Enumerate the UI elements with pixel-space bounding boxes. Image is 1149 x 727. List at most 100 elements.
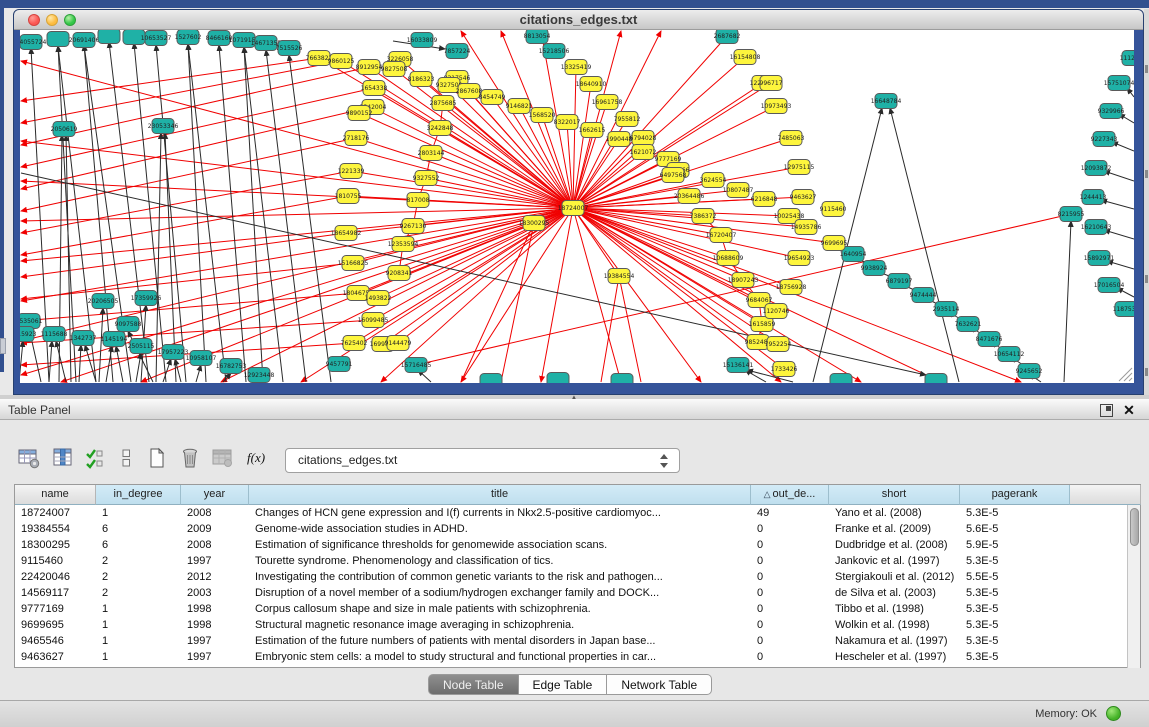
graph-node[interactable]: 9245652: [1016, 364, 1043, 379]
graph-node[interactable]: [830, 374, 852, 384]
graph-node[interactable]: 14935786: [791, 220, 822, 235]
graph-edge[interactable]: [1064, 221, 1071, 382]
graph-node[interactable]: 817008: [407, 193, 430, 208]
delete-table-icon[interactable]: [177, 446, 203, 472]
graph-node[interactable]: 2505115: [128, 339, 155, 354]
graph-node[interactable]: 7632621: [955, 317, 982, 332]
graph-edge[interactable]: [49, 341, 52, 382]
graph-node[interactable]: 9474444: [910, 288, 937, 303]
graph-edge[interactable]: [381, 208, 573, 382]
graph-node[interactable]: [925, 374, 947, 384]
column-header-year[interactable]: year: [181, 485, 249, 505]
column-header-out_de[interactable]: △out_de...: [751, 485, 829, 505]
graph-edge[interactable]: [196, 365, 201, 382]
graph-edge[interactable]: [156, 45, 186, 382]
graph-edge[interactable]: [21, 61, 341, 123]
graph-node[interactable]: 24055724: [20, 35, 46, 50]
graph-node[interactable]: 1568520: [529, 108, 556, 123]
graph-node[interactable]: 9227343: [1091, 132, 1118, 147]
graph-node[interactable]: 12975115: [784, 160, 815, 175]
graph-edge[interactable]: [116, 346, 123, 382]
table-row[interactable]: 969969511998Structural magnetic resonanc…: [15, 617, 1128, 633]
graph-node[interactable]: 18654982: [331, 226, 362, 241]
graph-node[interactable]: 1120746: [763, 304, 790, 319]
graph-node[interactable]: 9144479: [385, 336, 412, 351]
graph-node[interactable]: 1145194: [101, 332, 128, 347]
graph-node[interactable]: 8186323: [408, 72, 435, 87]
graph-edge[interactable]: [890, 108, 959, 382]
graph-edge[interactable]: [619, 276, 641, 382]
graph-node[interactable]: 9938924: [861, 261, 888, 276]
graph-edge[interactable]: [501, 223, 534, 382]
graph-node[interactable]: 1654338: [361, 81, 388, 96]
column-header-in_degree[interactable]: in_degree: [96, 485, 181, 505]
table-row[interactable]: 1872400712008Changes of HCN gene express…: [15, 505, 1128, 521]
graph-node[interactable]: 15218506: [539, 44, 570, 59]
graph-node[interactable]: 10807487: [723, 183, 754, 198]
column-header-pagerank[interactable]: pagerank: [960, 485, 1070, 505]
graph-node[interactable]: 1733426: [771, 362, 798, 377]
graph-node[interactable]: 1621072: [630, 145, 657, 160]
graph-node[interactable]: 8454749: [479, 90, 506, 105]
graph-node[interactable]: 6879197: [886, 274, 913, 289]
graph-node[interactable]: 1527602: [175, 30, 202, 45]
graph-edge[interactable]: [573, 208, 701, 382]
new-document-icon[interactable]: [144, 446, 170, 472]
canvas-resize-grip[interactable]: [1129, 378, 1132, 381]
graph-edge[interactable]: [156, 133, 161, 382]
graph-edge[interactable]: [21, 171, 351, 233]
graph-node[interactable]: 15716485: [401, 358, 432, 373]
graph-node[interactable]: 18640910: [576, 77, 607, 92]
graph-node[interactable]: 6216848: [751, 192, 778, 207]
graph-edge[interactable]: [134, 43, 166, 382]
graph-node[interactable]: 12923448: [244, 368, 275, 383]
graph-node[interactable]: 9860125: [328, 54, 355, 69]
graph-node[interactable]: 15136141: [723, 358, 754, 373]
graph-node[interactable]: 16782753: [216, 359, 247, 374]
scrollbar-thumb[interactable]: [1130, 508, 1139, 546]
graph-node[interactable]: 9267130: [400, 219, 427, 234]
graph-node[interactable]: 1221339: [338, 164, 365, 179]
graph-node[interactable]: 18756928: [776, 280, 807, 295]
graph-edge[interactable]: [1107, 261, 1134, 269]
graph-node[interactable]: 6497568: [660, 168, 687, 183]
graph-edge[interactable]: [79, 345, 81, 382]
graph-node[interactable]: 16154808: [730, 50, 761, 65]
graph-node[interactable]: 12353594: [388, 237, 419, 252]
graph-node[interactable]: 3624554: [700, 173, 727, 188]
graph-node[interactable]: 19384554: [604, 269, 635, 284]
graph-node[interactable]: [547, 373, 569, 384]
graph-edge[interactable]: [461, 223, 534, 382]
graph-edge[interactable]: [573, 152, 643, 208]
graph-edge[interactable]: [1104, 230, 1134, 239]
column-header-title[interactable]: title: [249, 485, 751, 505]
graph-node[interactable]: 9457791: [326, 357, 353, 372]
graph-node[interactable]: 15751074: [1104, 76, 1134, 91]
graph-node[interactable]: 7515526: [276, 41, 303, 56]
tab-node-table[interactable]: Node Table: [428, 674, 519, 695]
graph-node[interactable]: 9327552: [413, 171, 440, 186]
graph-node[interactable]: 20364486: [674, 189, 705, 204]
graph-node[interactable]: [47, 32, 69, 47]
graph-edge[interactable]: [21, 196, 348, 255]
graph-node[interactable]: 1990448: [606, 132, 633, 147]
graph-node[interactable]: 18300295: [519, 216, 550, 231]
graph-edge[interactable]: [21, 208, 573, 375]
graph-node[interactable]: 2935114: [933, 302, 960, 317]
graph-node[interactable]: 9827508: [381, 62, 408, 77]
graph-node[interactable]: 1244413: [1080, 190, 1107, 205]
graph-node[interactable]: 8471676: [976, 332, 1003, 347]
graph-node[interactable]: 1342737: [70, 331, 97, 346]
graph-node[interactable]: 17957223: [158, 345, 189, 360]
graph-node[interactable]: 10973493: [761, 99, 792, 114]
graph-node[interactable]: 1112108: [1120, 51, 1134, 66]
graph-node[interactable]: 15892971: [1084, 251, 1115, 266]
graph-node[interactable]: 1810755: [335, 189, 362, 204]
table-row[interactable]: 946362711997Embryonic stem cells: a mode…: [15, 649, 1128, 665]
column-header-short[interactable]: short: [829, 485, 960, 505]
select-rows-icon[interactable]: [83, 446, 109, 472]
graph-node[interactable]: 10958107: [186, 351, 217, 366]
graph-node[interactable]: 20206505: [88, 294, 119, 309]
graph-node[interactable]: 9115460: [820, 202, 847, 217]
graph-node[interactable]: 13325419: [561, 60, 592, 75]
